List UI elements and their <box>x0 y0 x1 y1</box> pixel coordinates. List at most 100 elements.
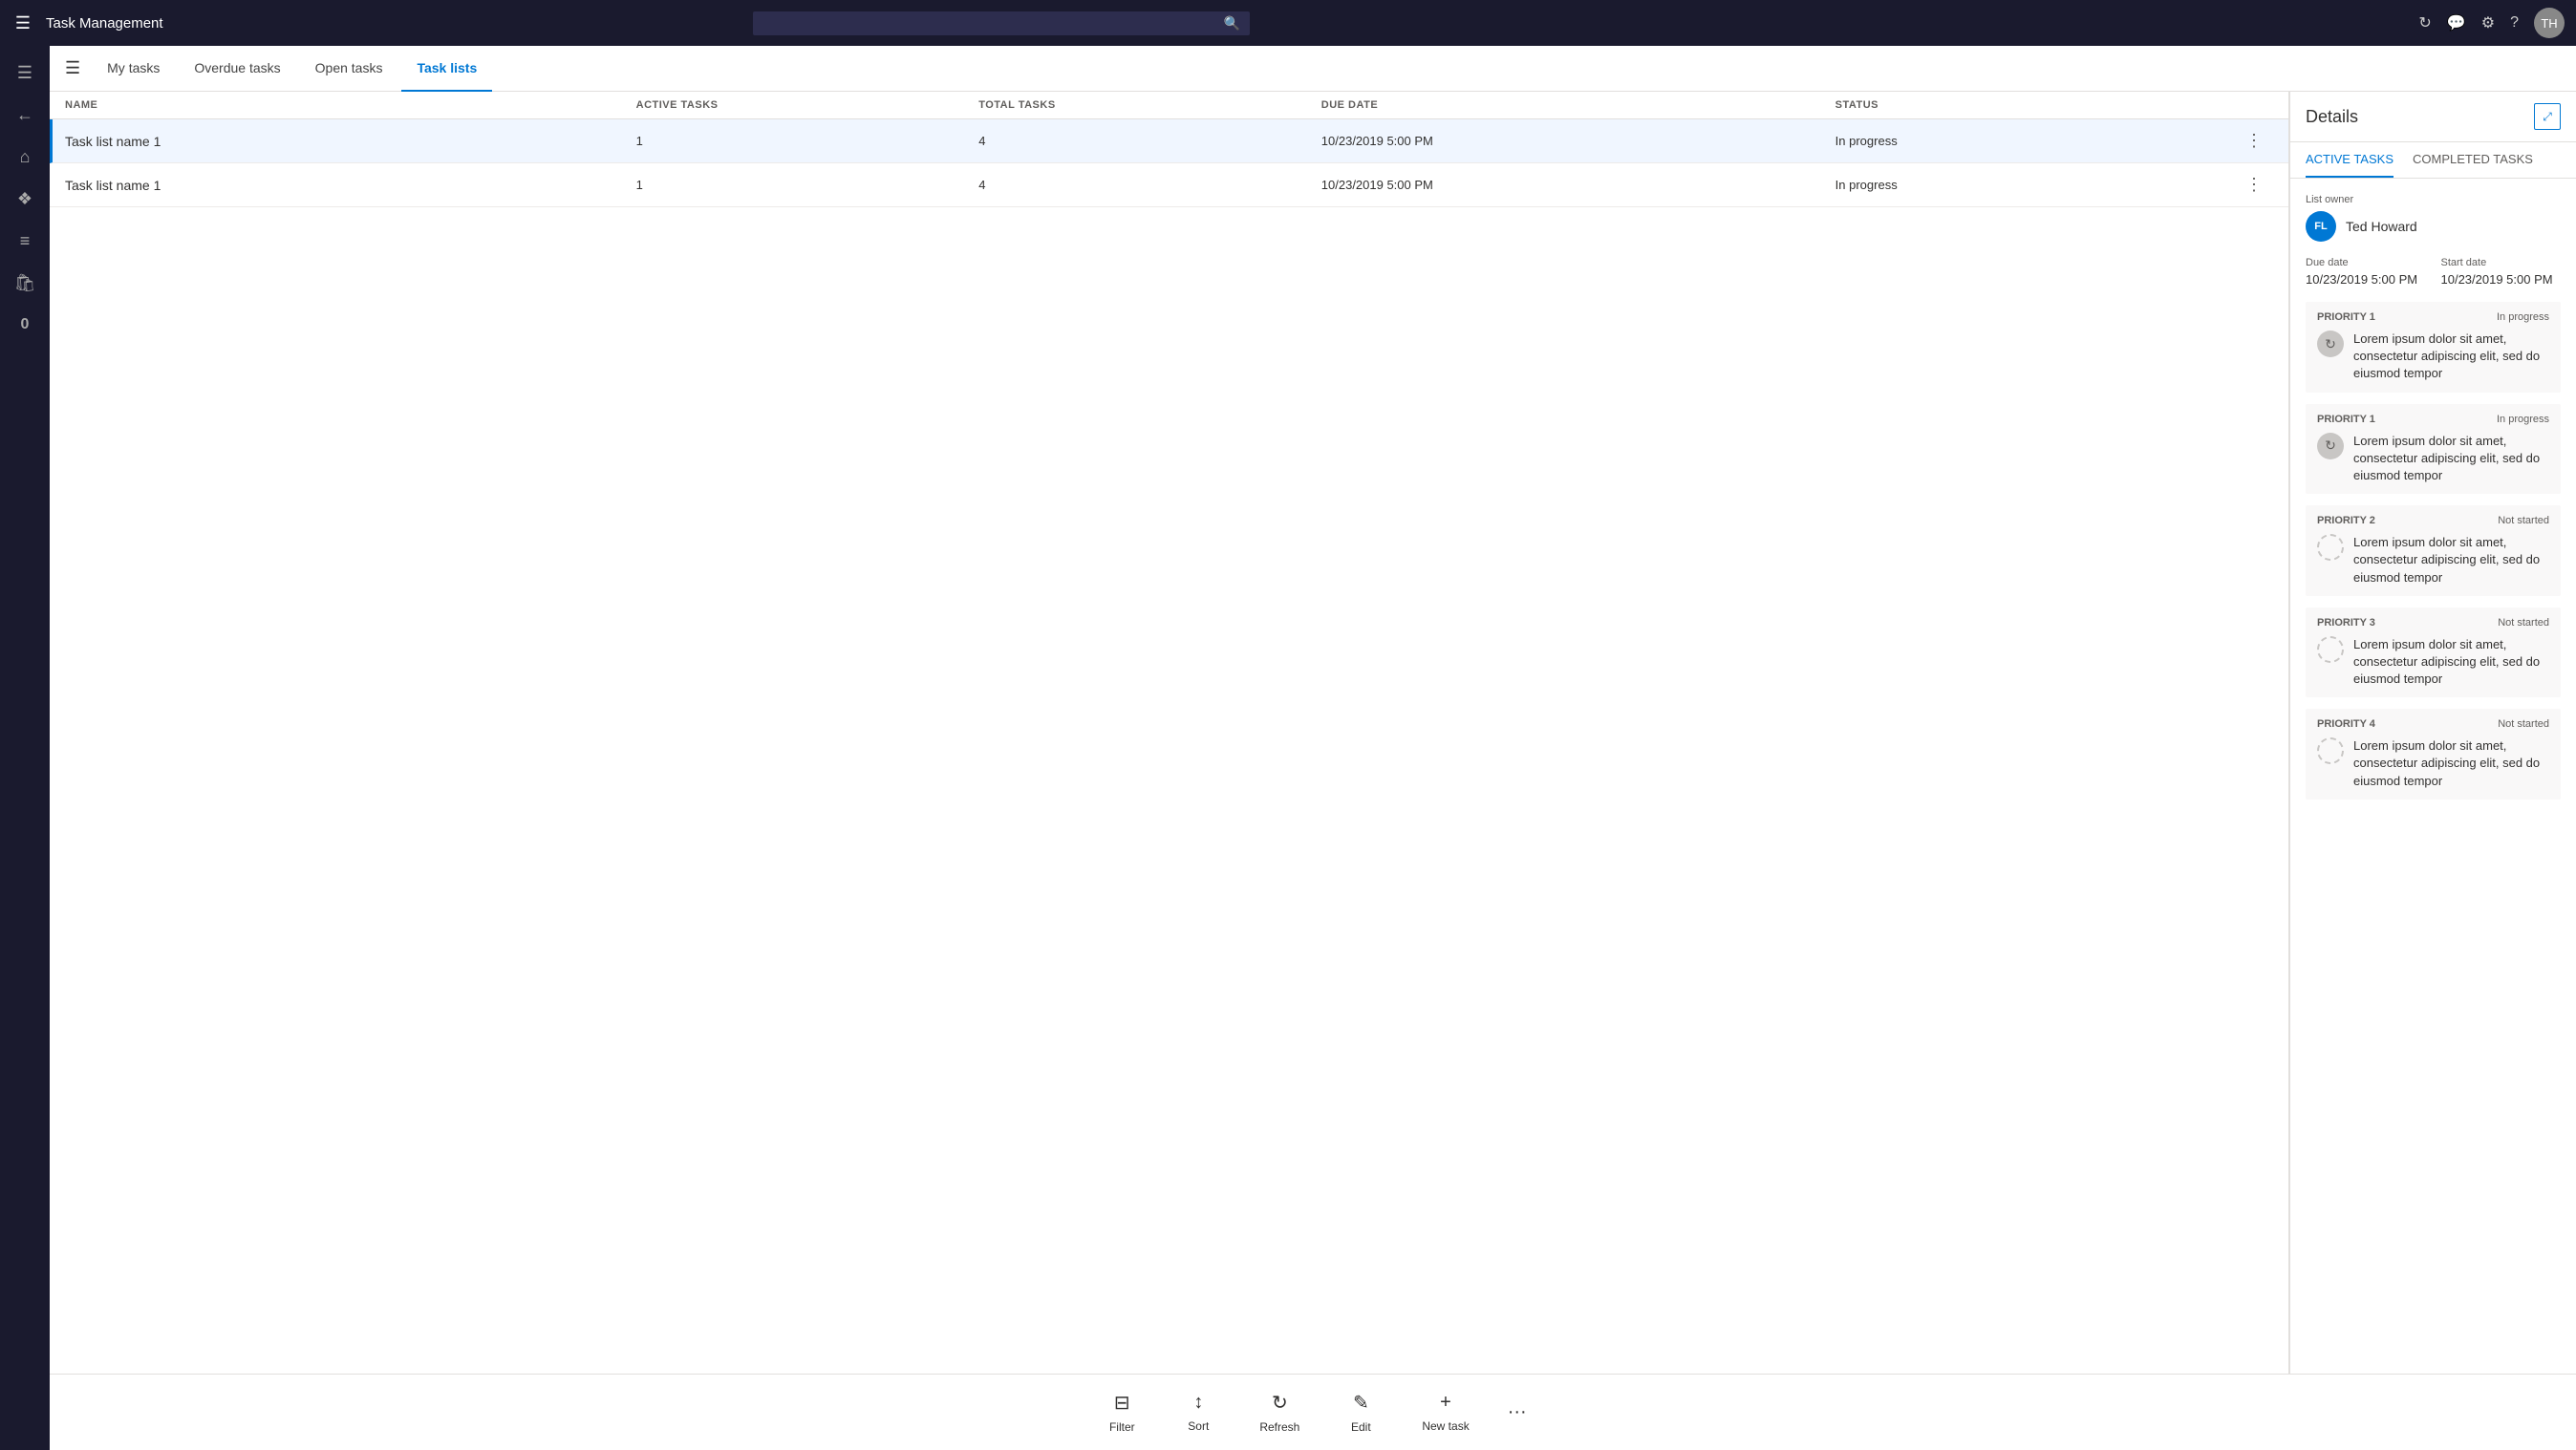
expand-button[interactable]: ⤢ <box>2534 103 2561 130</box>
help-icon[interactable]: ? <box>2510 14 2519 32</box>
sort-icon: ↕ <box>1193 1392 1203 1414</box>
refresh-label: Refresh <box>1259 1420 1299 1434</box>
start-date-value: 10/23/2019 5:00 PM <box>2441 272 2562 287</box>
row2-total-tasks: 4 <box>978 178 1321 192</box>
table-row[interactable]: Task list name 1 1 4 10/23/2019 5:00 PM … <box>50 119 2288 163</box>
task-card[interactable]: PRIORITY 3 Not started Lorem ipsum dolor… <box>2306 608 2561 698</box>
start-date-block: Start date 10/23/2019 5:00 PM <box>2441 257 2562 287</box>
app-title: Task Management <box>46 15 163 32</box>
task-card-body: Lorem ipsum dolor sit amet, consectetur … <box>2317 636 2549 689</box>
hamburger-icon[interactable]: ☰ <box>11 13 34 33</box>
edit-button[interactable]: ✎ Edit <box>1322 1383 1399 1441</box>
chat-icon[interactable]: 💬 <box>2447 13 2466 32</box>
task-status-icon: ↻ <box>2317 331 2344 357</box>
task-card-header: PRIORITY 4 Not started <box>2317 718 2549 730</box>
details-panel: Details ⤢ ACTIVE TASKS COMPLETED TASKS L… <box>2289 92 2576 1374</box>
priority-label: PRIORITY 3 <box>2317 617 2375 629</box>
col-due-date: DUE DATE <box>1321 99 1835 111</box>
task-card[interactable]: PRIORITY 4 Not started Lorem ipsum dolor… <box>2306 709 2561 800</box>
tab-task-lists[interactable]: Task lists <box>401 46 492 92</box>
task-card-body: Lorem ipsum dolor sit amet, consectetur … <box>2317 737 2549 790</box>
edit-icon: ✎ <box>1353 1391 1369 1415</box>
tab-overdue-tasks[interactable]: Overdue tasks <box>179 46 295 92</box>
search-bar: 🔍 <box>753 11 1250 35</box>
topbar: ☰ Task Management 🔍 ↻ 💬 ⚙ ? TH <box>0 0 2576 46</box>
task-card[interactable]: PRIORITY 2 Not started Lorem ipsum dolor… <box>2306 505 2561 596</box>
search-input[interactable] <box>762 15 1216 31</box>
row1-total-tasks: 4 <box>978 134 1321 148</box>
sidebar-apps-icon[interactable]: ❖ <box>6 180 44 218</box>
sidebar-bag-icon[interactable]: 🛍 <box>6 264 44 302</box>
new-task-label: New task <box>1422 1419 1469 1433</box>
task-card-header: PRIORITY 1 In progress <box>2317 414 2549 425</box>
col-name: NAME <box>65 99 636 111</box>
filter-button[interactable]: ⊟ Filter <box>1084 1383 1160 1441</box>
details-body: List owner FL Ted Howard Due date 10/23/… <box>2290 179 2576 1374</box>
owner-name: Ted Howard <box>2346 219 2417 234</box>
task-text: Lorem ipsum dolor sit amet, consectetur … <box>2353 331 2549 383</box>
search-icon: 🔍 <box>1224 15 1240 32</box>
refresh-icon: ↻ <box>1272 1391 1288 1415</box>
start-date-label: Start date <box>2441 257 2562 268</box>
task-status: In progress <box>2497 311 2549 323</box>
sidebar-list-icon[interactable]: ≡ <box>6 222 44 260</box>
row2-status: In progress <box>1835 178 2235 192</box>
row1-due-date: 10/23/2019 5:00 PM <box>1321 134 1835 148</box>
col-total-tasks: TOTAL TASKS <box>978 99 1321 111</box>
row2-menu[interactable]: ⋮ <box>2235 175 2273 195</box>
task-text: Lorem ipsum dolor sit amet, consectetur … <box>2353 636 2549 689</box>
priority-label: PRIORITY 4 <box>2317 718 2375 730</box>
avatar[interactable]: TH <box>2534 8 2565 38</box>
details-header: Details ⤢ <box>2290 92 2576 142</box>
task-status-icon: ↻ <box>2317 433 2344 459</box>
task-card-header: PRIORITY 3 Not started <box>2317 617 2549 629</box>
priority-label: PRIORITY 1 <box>2317 414 2375 425</box>
tab-my-tasks[interactable]: My tasks <box>92 46 175 92</box>
details-tabs: ACTIVE TASKS COMPLETED TASKS <box>2290 142 2576 179</box>
task-text: Lorem ipsum dolor sit amet, consectetur … <box>2353 433 2549 485</box>
bottom-toolbar: ⊟ Filter ↕ Sort ↻ Refresh ✎ Edit + New t… <box>50 1374 2576 1450</box>
task-card[interactable]: PRIORITY 1 In progress ↻ Lorem ipsum dol… <box>2306 302 2561 393</box>
task-text: Lorem ipsum dolor sit amet, consectetur … <box>2353 737 2549 790</box>
list-owner-section: List owner FL Ted Howard <box>2306 194 2561 242</box>
avatar-initials: TH <box>2541 16 2557 31</box>
col-actions <box>2235 99 2273 111</box>
sidebar-back-icon[interactable]: ← <box>6 96 44 134</box>
list-owner-label: List owner <box>2306 194 2561 205</box>
table-row[interactable]: Task list name 1 1 4 10/23/2019 5:00 PM … <box>50 163 2288 207</box>
details-tab-completed[interactable]: COMPLETED TASKS <box>2413 142 2533 178</box>
sidebar-hamburger[interactable]: ☰ <box>6 53 44 92</box>
col-status: STATUS <box>1835 99 2235 111</box>
task-card[interactable]: PRIORITY 1 In progress ↻ Lorem ipsum dol… <box>2306 404 2561 495</box>
sidebar-icons: ☰ ← ⌂ ❖ ≡ 🛍 0 <box>0 46 50 1450</box>
task-status-icon <box>2317 636 2344 663</box>
filter-label: Filter <box>1109 1420 1135 1434</box>
row1-active-tasks: 1 <box>636 134 979 148</box>
topbar-actions: ↻ 💬 ⚙ ? TH <box>2418 8 2565 38</box>
row2-due-date: 10/23/2019 5:00 PM <box>1321 178 1835 192</box>
settings-icon[interactable]: ⚙ <box>2481 13 2495 32</box>
second-nav-hamburger[interactable]: ☰ <box>65 58 80 78</box>
details-title: Details <box>2306 107 2358 127</box>
sort-label: Sort <box>1188 1419 1209 1433</box>
more-button[interactable]: ··· <box>1492 1394 1542 1431</box>
content-body: NAME ACTIVE TASKS TOTAL TASKS DUE DATE S… <box>50 92 2576 1374</box>
task-status-icon <box>2317 737 2344 764</box>
sort-button[interactable]: ↕ Sort <box>1160 1384 1236 1440</box>
dates-row: Due date 10/23/2019 5:00 PM Start date 1… <box>2306 257 2561 287</box>
row1-menu[interactable]: ⋮ <box>2235 131 2273 151</box>
content-area: ☰ My tasks Overdue tasks Open tasks Task… <box>50 46 2576 1450</box>
tab-open-tasks[interactable]: Open tasks <box>300 46 398 92</box>
task-status: Not started <box>2498 617 2549 629</box>
task-text: Lorem ipsum dolor sit amet, consectetur … <box>2353 534 2549 586</box>
sidebar-zero-icon[interactable]: 0 <box>6 306 44 344</box>
refresh-button[interactable]: ↻ Refresh <box>1236 1383 1322 1441</box>
refresh-icon[interactable]: ↻ <box>2418 13 2431 32</box>
main-layout: ☰ ← ⌂ ❖ ≡ 🛍 0 ☰ My tasks Overdue tasks O… <box>0 46 2576 1450</box>
due-date-label: Due date <box>2306 257 2426 268</box>
task-card-body: Lorem ipsum dolor sit amet, consectetur … <box>2317 534 2549 586</box>
details-tab-active[interactable]: ACTIVE TASKS <box>2306 142 2394 178</box>
sidebar-home-icon[interactable]: ⌂ <box>6 138 44 176</box>
row1-name: Task list name 1 <box>65 134 636 149</box>
new-task-button[interactable]: + New task <box>1399 1384 1492 1440</box>
